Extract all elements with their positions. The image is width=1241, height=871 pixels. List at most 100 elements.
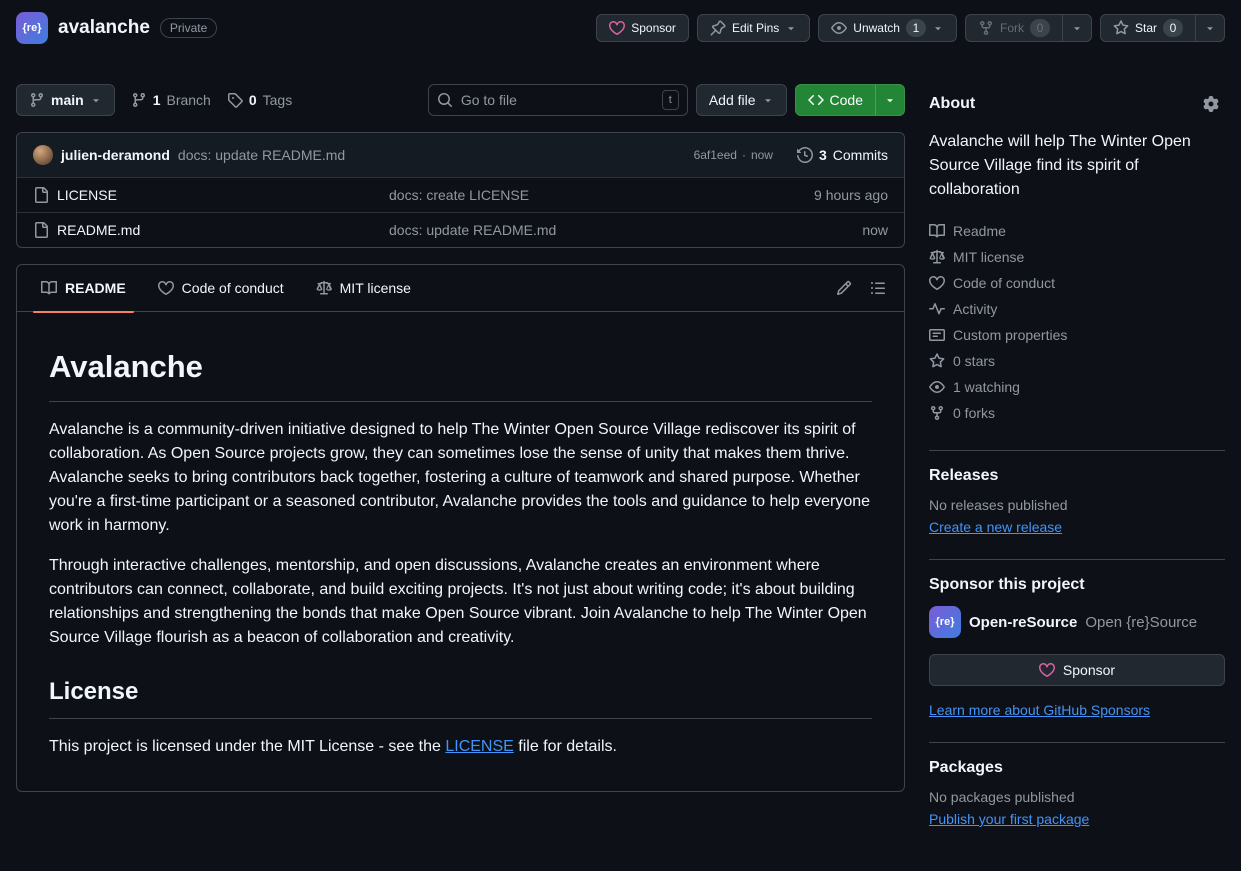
visibility-badge: Private — [160, 18, 217, 38]
header-actions: Sponsor Edit Pins Unwatch 1 Fork 0 — [596, 14, 1225, 42]
unwatch-button[interactable]: Unwatch 1 — [818, 14, 957, 42]
repo-description: Avalanche will help The Winter Open Sour… — [929, 130, 1225, 202]
sponsor-button[interactable]: Sponsor — [596, 14, 689, 42]
about-link-stars[interactable]: 0 stars — [929, 348, 1225, 374]
commit-sha[interactable]: 6af1eed — [694, 148, 737, 162]
meta-label: Readme — [953, 223, 1006, 239]
code-label: Code — [830, 92, 863, 108]
watchers-count-badge: 1 — [906, 19, 926, 37]
file-commit-message[interactable]: docs: update README.md — [389, 222, 738, 238]
star-button[interactable]: Star 0 — [1100, 14, 1195, 42]
file-icon — [33, 222, 49, 238]
go-to-file-input[interactable] — [461, 92, 654, 108]
meta-label: 1 watching — [953, 379, 1020, 395]
about-section: About Avalanche will help The Winter Ope… — [929, 84, 1225, 450]
org-logo[interactable]: {re} — [16, 12, 48, 44]
sponsor-button-label: Sponsor — [1063, 662, 1115, 678]
current-branch-label: main — [51, 92, 84, 108]
sidebar-sponsor-button[interactable]: Sponsor — [929, 654, 1225, 686]
file-name-link[interactable]: README.md — [57, 222, 389, 238]
code-dropdown-button[interactable] — [875, 84, 905, 116]
star-dropdown-button[interactable] — [1195, 14, 1225, 42]
book-icon — [929, 223, 945, 239]
fork-button[interactable]: Fork 0 — [965, 14, 1062, 42]
star-icon — [929, 353, 945, 369]
add-file-label: Add file — [709, 92, 756, 108]
repo-nav-bar: main 1 Branch 0 Tags t — [16, 84, 905, 116]
readme-paragraph: Avalanche is a community-driven initiati… — [49, 418, 872, 538]
license-text-after: file for details. — [514, 738, 617, 755]
sponsor-org-avatar[interactable]: {re} — [929, 606, 961, 638]
fork-label: Fork — [1000, 21, 1024, 35]
branch-tag-counts: 1 Branch 0 Tags — [131, 92, 293, 108]
commit-author-avatar[interactable] — [33, 145, 53, 165]
repo-title-group: {re} avalanche Private — [16, 12, 217, 44]
law-icon — [316, 280, 332, 296]
publish-package-link[interactable]: Publish your first package — [929, 811, 1089, 827]
about-link-custom-properties[interactable]: Custom properties — [929, 322, 1225, 348]
chevron-down-icon — [785, 22, 797, 34]
fork-dropdown-button[interactable] — [1062, 14, 1092, 42]
forks-count-badge: 0 — [1030, 19, 1050, 37]
branches-label: Branch — [166, 92, 210, 108]
outline-button[interactable] — [864, 274, 892, 302]
commit-history-link[interactable]: 3 Commits — [797, 147, 888, 163]
about-header: About — [929, 90, 1225, 118]
sponsor-org-name[interactable]: Open-reSource — [969, 614, 1077, 631]
sponsor-org-description: Open {re}Source — [1085, 614, 1197, 631]
branch-selector[interactable]: main — [16, 84, 115, 116]
file-name-link[interactable]: LICENSE — [57, 187, 389, 203]
packages-empty-text: No packages published — [929, 789, 1225, 805]
code-button[interactable]: Code — [795, 84, 875, 116]
about-meta-list: Readme MIT license Code of conduct Activ… — [929, 218, 1225, 426]
readme-actions — [830, 274, 896, 302]
fork-icon — [929, 405, 945, 421]
file-commit-time: now — [738, 222, 888, 238]
about-link-license[interactable]: MIT license — [929, 244, 1225, 270]
keyboard-shortcut-hint: t — [662, 90, 679, 110]
repo-name[interactable]: avalanche — [58, 17, 150, 39]
chevron-down-icon — [1204, 22, 1216, 34]
file-commit-message[interactable]: docs: create LICENSE — [389, 187, 738, 203]
chevron-down-icon — [90, 94, 102, 106]
star-label: Star — [1135, 21, 1157, 35]
unwatch-label: Unwatch — [853, 21, 900, 35]
repo-sidebar: About Avalanche will help The Winter Ope… — [929, 84, 1225, 851]
sponsor-section: Sponsor this project {re} Open-reSource … — [929, 559, 1225, 742]
add-file-button[interactable]: Add file — [696, 84, 787, 116]
branches-link[interactable]: 1 Branch — [131, 92, 211, 108]
about-link-code-of-conduct[interactable]: Code of conduct — [929, 270, 1225, 296]
about-title: About — [929, 95, 975, 113]
meta-label: 0 stars — [953, 353, 995, 369]
separator-dot: · — [742, 148, 746, 162]
releases-section: Releases No releases published Create a … — [929, 450, 1225, 559]
releases-empty-text: No releases published — [929, 497, 1225, 513]
tab-label: Code of conduct — [182, 280, 284, 296]
edit-pins-button[interactable]: Edit Pins — [697, 14, 810, 42]
tab-code-of-conduct[interactable]: Code of conduct — [142, 265, 300, 312]
edit-readme-button[interactable] — [830, 274, 858, 302]
edit-repo-details-button[interactable] — [1197, 90, 1225, 118]
tags-link[interactable]: 0 Tags — [227, 92, 292, 108]
list-icon — [870, 280, 886, 296]
commit-author[interactable]: julien-deramond — [61, 147, 170, 163]
learn-more-sponsors-link[interactable]: Learn more about GitHub Sponsors — [929, 702, 1150, 718]
go-to-file-search[interactable]: t — [428, 84, 688, 116]
table-row: LICENSE docs: create LICENSE 9 hours ago — [17, 177, 904, 212]
branches-count: 1 — [153, 92, 161, 108]
repo-header: {re} avalanche Private Sponsor Edit Pins… — [0, 0, 1241, 56]
stars-count-badge: 0 — [1163, 19, 1183, 37]
create-release-link[interactable]: Create a new release — [929, 519, 1062, 535]
repo-nav-actions: t Add file Code — [428, 84, 905, 116]
meta-label: 0 forks — [953, 405, 995, 421]
pencil-icon — [836, 280, 852, 296]
license-link[interactable]: LICENSE — [445, 738, 513, 755]
star-button-group: Star 0 — [1100, 14, 1225, 42]
tab-mit-license[interactable]: MIT license — [300, 265, 427, 312]
about-link-forks[interactable]: 0 forks — [929, 400, 1225, 426]
about-link-readme[interactable]: Readme — [929, 218, 1225, 244]
tab-readme[interactable]: README — [25, 265, 142, 312]
commit-message[interactable]: docs: update README.md — [178, 147, 345, 163]
about-link-watching[interactable]: 1 watching — [929, 374, 1225, 400]
about-link-activity[interactable]: Activity — [929, 296, 1225, 322]
